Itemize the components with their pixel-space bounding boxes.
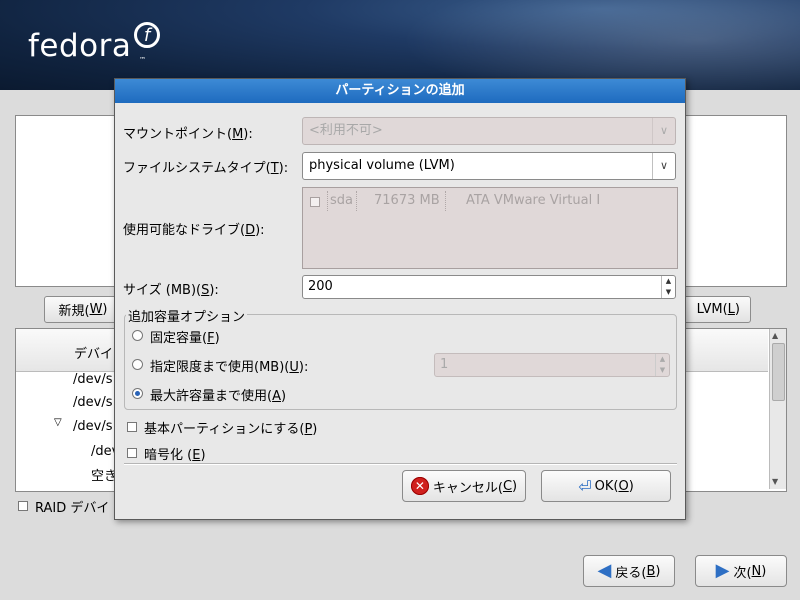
expander-icon[interactable]: ▽ (54, 417, 62, 428)
separator (124, 463, 677, 465)
fill-max-label: 最大許容量まで使用(A) (150, 389, 287, 404)
spinner-arrows-icon[interactable]: ▲ ▼ (655, 354, 669, 376)
drives-label: 使用可能なドライブ(D): (123, 223, 265, 238)
chevron-down-icon: ∨ (652, 153, 675, 179)
raid-checkbox[interactable] (18, 501, 28, 511)
additional-size-legend: 追加容量オプション (126, 306, 248, 325)
back-arrow-icon: ◀ (597, 560, 612, 581)
encrypt-label: 暗号化 (E) (144, 448, 206, 463)
fixed-size-radio[interactable] (132, 330, 143, 341)
column-divider (327, 191, 328, 211)
size-label: サイズ (MB)(S): (123, 283, 219, 298)
raid-checkbox-label: RAID デバイ (35, 501, 110, 516)
limit-spinner[interactable]: 1 ▲ ▼ (434, 353, 670, 377)
fs-type-combo[interactable]: physical volume (LVM) ∨ (302, 152, 676, 180)
drives-list[interactable]: sda 71673 MB ATA VMware Virtual I (302, 187, 678, 269)
tree-header-device: デバイ (74, 347, 114, 362)
tree-row[interactable]: /dev/s (73, 367, 112, 392)
size-spinner[interactable]: 200 ▲ ▼ (302, 275, 676, 299)
fedora-logo: fedora (28, 28, 132, 64)
enter-icon: ⏎ (578, 476, 592, 496)
trademark: ™ (139, 56, 146, 64)
tree-row[interactable]: /dev/s (73, 390, 112, 415)
back-button[interactable]: ◀ 戻る(B) (583, 555, 675, 587)
spinner-arrows-icon[interactable]: ▲ ▼ (661, 276, 675, 298)
tree-row[interactable]: /dev/s (73, 414, 112, 439)
fs-type-label: ファイルシステムタイプ(T): (123, 161, 289, 176)
drive-model: ATA VMware Virtual I (466, 193, 601, 208)
tree-scrollbar[interactable]: ▲ ▼ (769, 329, 786, 489)
next-button[interactable]: ▶ 次(N) (695, 555, 787, 587)
primary-partition-label: 基本パーティションにする(P) (144, 422, 318, 437)
next-arrow-icon: ▶ (715, 560, 730, 581)
dialog-title: パーティションの追加 (115, 79, 685, 103)
cancel-button[interactable]: ✕ キャンセル(C) (402, 470, 526, 502)
primary-partition-checkbox[interactable] (127, 422, 137, 432)
fixed-size-label: 固定容量(F) (150, 331, 220, 346)
scroll-down-icon[interactable]: ▼ (772, 477, 778, 486)
chevron-down-icon: ∨ (652, 118, 675, 144)
column-divider (445, 191, 446, 211)
encrypt-checkbox[interactable] (127, 448, 137, 458)
drive-checkbox[interactable] (310, 197, 320, 207)
scroll-up-icon[interactable]: ▲ (772, 331, 778, 340)
column-divider (356, 191, 357, 211)
mount-point-label: マウントポイント(M): (123, 127, 253, 142)
fill-max-radio[interactable] (132, 388, 143, 399)
header-glow (350, 0, 800, 90)
ok-button[interactable]: ⏎ OK(O) (541, 470, 671, 502)
mount-point-combo[interactable]: <利用不可> ∨ (302, 117, 676, 145)
scroll-thumb[interactable] (772, 343, 785, 401)
drive-size: 71673 MB (374, 193, 440, 208)
new-button[interactable]: 新規(W) (44, 296, 122, 323)
add-partition-dialog: パーティションの追加 マウントポイント(M): <利用不可> ∨ ファイルシステ… (114, 78, 686, 520)
drive-device: sda (330, 193, 353, 208)
fill-up-to-label: 指定限度まで使用(MB)(U): (150, 360, 309, 375)
fill-up-to-radio[interactable] (132, 359, 143, 370)
cancel-icon: ✕ (410, 477, 429, 495)
fedora-logo-mark: f (134, 22, 160, 48)
